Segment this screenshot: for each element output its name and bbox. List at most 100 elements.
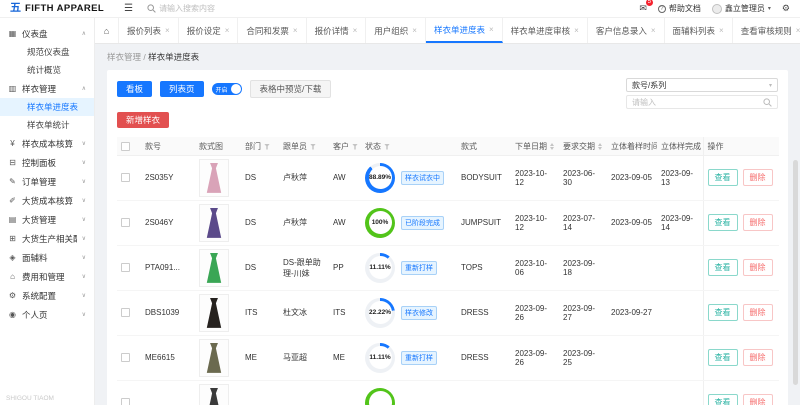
progress-value: 100% [365,208,395,238]
column-header-label: 状态 [365,142,381,151]
global-search-placeholder: 请输入搜索内容 [159,3,215,14]
tab-item[interactable]: 报价列表× [119,18,179,43]
tab-close-icon[interactable]: × [412,26,417,35]
search-icon [147,4,156,13]
select-all-checkbox[interactable] [121,142,130,151]
delete-button[interactable]: 删除 [743,349,773,366]
status-cell-wrap: 88.89%样衣试衣中 [361,155,457,200]
delete-button[interactable]: 删除 [743,304,773,321]
sidebar-item[interactable]: ▦仪表盘∧ [0,24,94,43]
sidebar-subitem[interactable]: 统计概览 [0,61,94,79]
settings-gear-icon[interactable]: ⚙ [782,3,790,14]
progress-value: 11.11% [365,253,395,283]
delete-button[interactable]: 删除 [743,259,773,276]
hamburger-menu-icon[interactable]: ☰ [124,3,133,14]
sidebar-item[interactable]: ⊞大货生产相关配置∨ [0,229,94,248]
sidebar-item[interactable]: ⊟控制面板∨ [0,153,94,172]
tab-close-icon[interactable]: × [293,26,298,35]
status-cell: 11.11%重新打样 [365,253,453,283]
tab-item[interactable]: 合同和发票× [238,18,306,43]
user-menu[interactable]: 鑫立管理员 ▾ [712,3,771,14]
status-cell-wrap: 22.22%样衣修改 [361,290,457,335]
row-checkbox[interactable] [121,173,130,182]
tab-close-icon[interactable]: × [651,26,656,35]
filter-search-input[interactable]: 请输入 [626,95,778,109]
sidebar-subitem-active[interactable]: 样衣单进度表 [0,98,94,116]
filter-icon[interactable] [384,144,390,150]
filter-icon[interactable] [352,144,358,150]
view-button[interactable]: 查看 [708,169,738,186]
mail-icon[interactable]: ✉ 5 [639,3,647,14]
sidebar-item[interactable]: ◈面辅料∨ [0,248,94,267]
tab-close-icon[interactable]: × [574,26,579,35]
view-button[interactable]: 查看 [708,349,738,366]
tab-close-icon[interactable]: × [719,26,724,35]
row-checkbox-cell [117,200,141,245]
view-button[interactable]: 查看 [708,259,738,276]
delete-button[interactable]: 删除 [743,394,773,405]
sidebar-subitem[interactable]: 样衣单统计 [0,116,94,134]
sidebar-item[interactable]: ¥样衣成本核算∨ [0,134,94,153]
row-checkbox[interactable] [121,398,130,405]
status-cell: 100%已阶段完成 [365,208,453,238]
help-docs-link[interactable]: ? 帮助文档 [658,3,701,14]
row-checkbox[interactable] [121,308,130,317]
samples-table: 款号款式图部门跟单员客户状态款式下单日期要求交期立体着样时间立体样完成操作 2S… [117,137,779,405]
delete-button[interactable]: 删除 [743,169,773,186]
date-cell: 2023-09-27 [607,290,657,335]
sidebar-item[interactable]: ▥样衣管理∧ [0,79,94,98]
chevron-down-icon: ∨ [82,292,86,299]
tab-item[interactable]: 报价设定× [179,18,239,43]
list-view-button[interactable]: 列表页 [160,81,204,97]
breadcrumb-parent[interactable]: 样衣管理 [107,52,141,62]
tab-close-icon[interactable]: × [225,26,230,35]
tab-item[interactable]: 面辅料列表× [665,18,733,43]
filter-icon[interactable] [264,144,270,150]
filter-icon[interactable] [310,144,316,150]
customer-cell: ITS [329,290,361,335]
delete-button[interactable]: 删除 [743,214,773,231]
table-preview-download-button[interactable]: 表格中预览/下载 [250,80,332,98]
table-header-row: 款号款式图部门跟单员客户状态款式下单日期要求交期立体着样时间立体样完成操作 [117,137,779,155]
row-checkbox[interactable] [121,263,130,272]
global-search-input[interactable]: 请输入搜索内容 [147,3,215,14]
tab-close-icon[interactable]: × [353,26,358,35]
page-scrollbar[interactable] [793,160,798,385]
sidebar-item[interactable]: ✐大货成本核算∨ [0,191,94,210]
tab-item[interactable]: 客户信息录入× [588,18,665,43]
sidebar-item[interactable]: ▤大货管理∨ [0,210,94,229]
progress-ring: 88.89% [365,163,395,193]
sidebar-item[interactable]: ⚙系统配置∨ [0,286,94,305]
category-cell: BODYSUIT [457,155,511,200]
row-checkbox[interactable] [121,353,130,362]
sort-icon[interactable] [550,143,554,150]
sidebar-item[interactable]: ◉个人页∨ [0,305,94,324]
tab-item[interactable]: 样衣单进度审核× [503,18,588,43]
row-checkbox[interactable] [121,218,130,227]
status-cell: 88.89%样衣试衣中 [365,163,453,193]
user-name: 鑫立管理员 [725,3,765,14]
view-button[interactable]: 查看 [708,304,738,321]
follower-cell: 卢秋萍 [279,200,329,245]
tab-close-icon[interactable]: × [796,26,800,35]
sidebar-subitem[interactable]: 规范仪表盘 [0,43,94,61]
column-header-label: 款式图 [199,142,223,151]
tab-close-icon[interactable]: × [489,25,494,34]
board-view-button[interactable]: 看板 [117,81,152,97]
progress-ring: 11.11% [365,343,395,373]
tab-item[interactable]: 查看审核规则× [733,18,800,43]
view-button[interactable]: 查看 [708,394,738,405]
add-sample-button[interactable]: 新增样衣 [117,112,169,128]
sidebar-item[interactable]: ✎订单管理∨ [0,172,94,191]
sort-icon[interactable] [598,143,602,150]
filter-select[interactable]: 款号/系列 ▾ [626,78,778,92]
tab-item[interactable]: 报价详情× [307,18,367,43]
tab-active[interactable]: 样衣单进度表× [426,18,503,43]
sidebar-item[interactable]: ⌂费用和管理∨ [0,267,94,286]
view-toggle[interactable]: 开启 [212,83,242,95]
tab-close-icon[interactable]: × [165,26,170,35]
tab-item[interactable]: 用户组织× [366,18,426,43]
view-button[interactable]: 查看 [708,214,738,231]
customer-cell: PP [329,245,361,290]
home-icon[interactable]: ⌂ [95,18,119,43]
